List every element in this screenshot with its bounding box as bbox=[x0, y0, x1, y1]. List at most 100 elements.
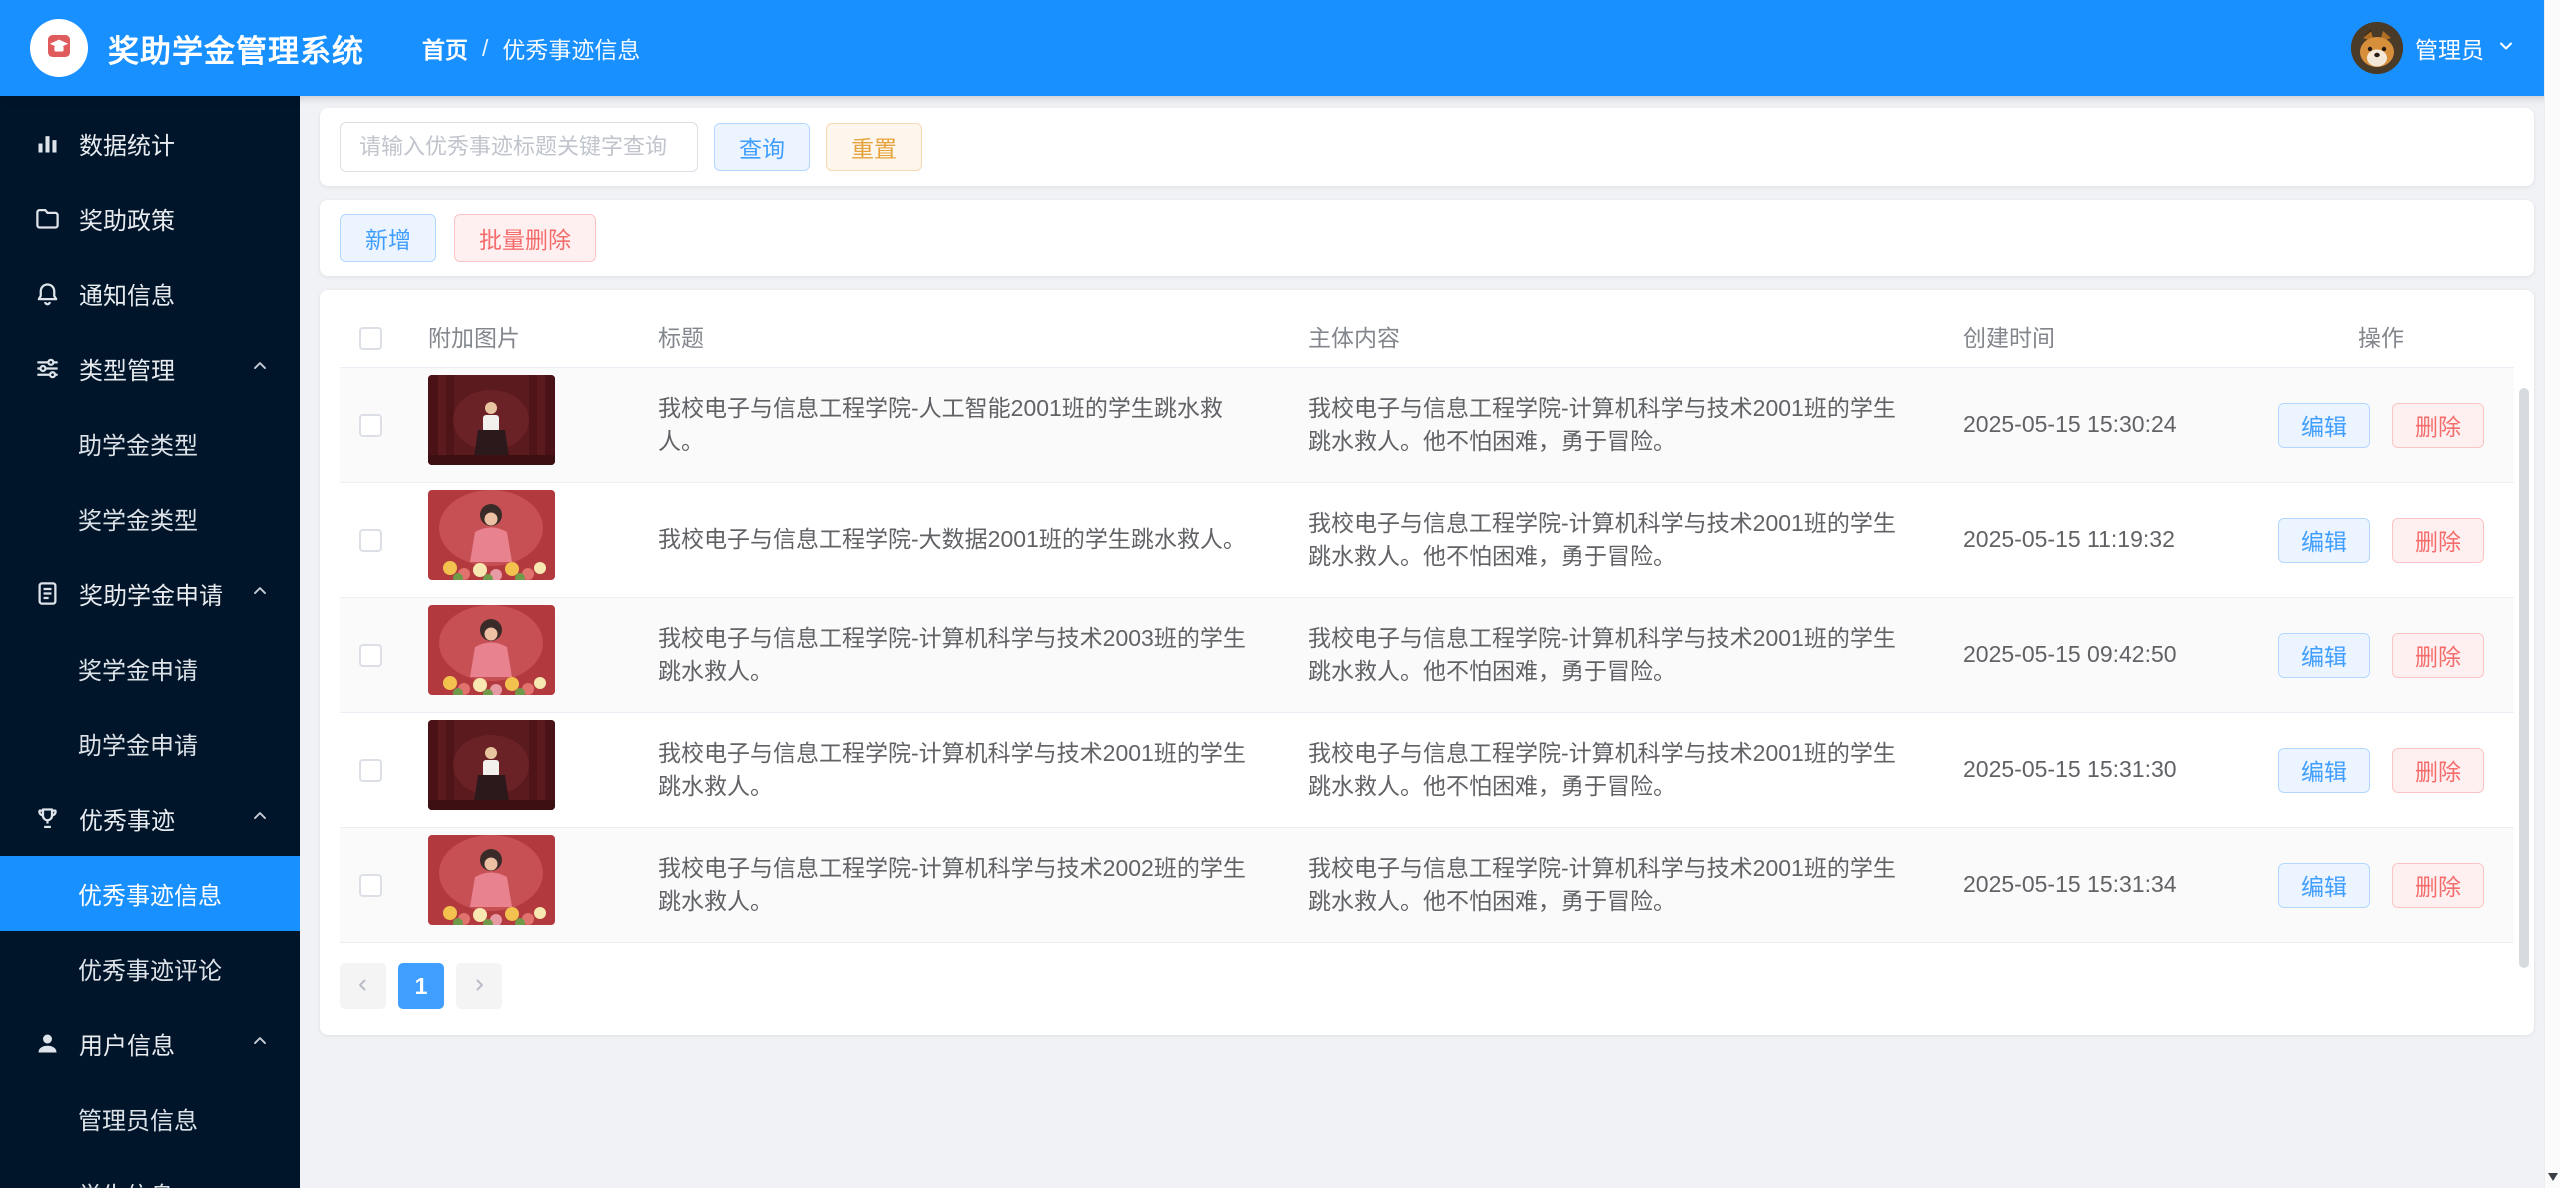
edit-button[interactable]: 编辑 bbox=[2278, 632, 2370, 678]
row-content: 我校电子与信息工程学院-计算机科学与技术2001班的学生跳水救人。他不怕困难，勇… bbox=[1308, 394, 1896, 454]
user-icon bbox=[34, 1030, 61, 1057]
app-title: 奖助学金管理系统 bbox=[108, 33, 364, 69]
breadcrumb-separator: / bbox=[482, 34, 489, 61]
sidebar-item-scholarship-types[interactable]: 奖学金类型 bbox=[0, 481, 300, 556]
row-thumbnail[interactable] bbox=[428, 605, 555, 696]
delete-button[interactable]: 删除 bbox=[2392, 632, 2484, 678]
column-header-content: 主体内容 bbox=[1308, 324, 1400, 351]
app-logo bbox=[30, 19, 88, 77]
breadcrumb-current: 优秀事迹信息 bbox=[502, 37, 641, 63]
table-row: 我校电子与信息工程学院-计算机科学与技术2002班的学生跳水救人。 我校电子与信… bbox=[340, 828, 2514, 943]
sidebar-item-grant-types[interactable]: 助学金类型 bbox=[0, 406, 300, 481]
sidebar-group-applications[interactable]: 奖助学金申请 bbox=[0, 556, 300, 631]
sidebar-group-label: 类型管理 bbox=[79, 358, 175, 385]
sidebar-item-deed-comments[interactable]: 优秀事迹评论 bbox=[0, 931, 300, 1006]
table-scrollbar-thumb[interactable] bbox=[2519, 388, 2529, 968]
row-title: 我校电子与信息工程学院-计算机科学与技术2003班的学生跳水救人。 bbox=[658, 624, 1246, 684]
delete-button[interactable]: 删除 bbox=[2392, 862, 2484, 908]
table-row: 我校电子与信息工程学院-人工智能2001班的学生跳水救人。 我校电子与信息工程学… bbox=[340, 368, 2514, 483]
row-created-time: 2025-05-15 15:30:24 bbox=[1963, 411, 2177, 438]
table-header: 附加图片 标题 主体内容 创建时间 操作 bbox=[340, 310, 2514, 368]
row-checkbox[interactable] bbox=[358, 413, 382, 437]
sidebar-item-grant-application[interactable]: 助学金申请 bbox=[0, 706, 300, 781]
chevron-up-icon bbox=[250, 805, 270, 833]
breadcrumb-home[interactable]: 首页 bbox=[422, 31, 468, 65]
sidebar-item-label: 数据统计 bbox=[79, 133, 175, 160]
edit-button[interactable]: 编辑 bbox=[2278, 862, 2370, 908]
app-header: 奖助学金管理系统 首页 / 优秀事迹信息 管理员 bbox=[0, 0, 2560, 96]
logo-icon bbox=[37, 24, 81, 73]
column-header-title: 标题 bbox=[658, 324, 704, 351]
sidebar-item-deed-info[interactable]: 优秀事迹信息 bbox=[0, 856, 300, 931]
delete-button[interactable]: 删除 bbox=[2392, 402, 2484, 448]
delete-button[interactable]: 删除 bbox=[2392, 747, 2484, 793]
sidebar-group-users[interactable]: 用户信息 bbox=[0, 1006, 300, 1081]
delete-button[interactable]: 删除 bbox=[2392, 517, 2484, 563]
edit-button[interactable]: 编辑 bbox=[2278, 747, 2370, 793]
page-number-1[interactable]: 1 bbox=[398, 963, 444, 1009]
row-thumbnail[interactable] bbox=[428, 835, 555, 926]
row-content: 我校电子与信息工程学院-计算机科学与技术2001班的学生跳水救人。他不怕困难，勇… bbox=[1308, 624, 1896, 684]
edit-button[interactable]: 编辑 bbox=[2278, 402, 2370, 448]
row-checkbox[interactable] bbox=[358, 758, 382, 782]
sidebar-item-policies[interactable]: 奖助政策 bbox=[0, 181, 300, 256]
select-all-checkbox[interactable] bbox=[358, 327, 382, 350]
chevron-up-icon bbox=[250, 580, 270, 608]
page-scrollbar[interactable] bbox=[2544, 0, 2560, 1188]
row-created-time: 2025-05-15 15:31:34 bbox=[1963, 871, 2177, 898]
row-content: 我校电子与信息工程学院-计算机科学与技术2001班的学生跳水救人。他不怕困难，勇… bbox=[1308, 739, 1896, 799]
row-checkbox[interactable] bbox=[358, 873, 382, 897]
prev-page-button[interactable] bbox=[340, 963, 386, 1009]
edit-button[interactable]: 编辑 bbox=[2278, 517, 2370, 563]
scroll-down-arrow-icon[interactable] bbox=[2548, 1173, 2558, 1181]
batch-delete-button[interactable]: 批量删除 bbox=[454, 214, 596, 262]
sidebar-item-admin-info[interactable]: 管理员信息 bbox=[0, 1081, 300, 1156]
sidebar-group-type-management[interactable]: 类型管理 bbox=[0, 331, 300, 406]
sidebar-item-student-info[interactable]: 学生信息 bbox=[0, 1156, 300, 1188]
search-input[interactable] bbox=[340, 122, 698, 172]
add-button[interactable]: 新增 bbox=[340, 214, 436, 262]
bar-chart-icon bbox=[34, 130, 61, 157]
sidebar-group-deeds[interactable]: 优秀事迹 bbox=[0, 781, 300, 856]
table-row: 我校电子与信息工程学院-计算机科学与技术2003班的学生跳水救人。 我校电子与信… bbox=[340, 598, 2514, 713]
row-thumbnail[interactable] bbox=[428, 490, 555, 581]
search-panel: 查询 重置 bbox=[320, 108, 2534, 186]
deeds-table: 附加图片 标题 主体内容 创建时间 操作 我校电子与信息工程学院-人工智能200… bbox=[320, 290, 2534, 1035]
next-page-button[interactable] bbox=[456, 963, 502, 1009]
row-created-time: 2025-05-15 11:19:32 bbox=[1963, 526, 2175, 553]
row-checkbox[interactable] bbox=[358, 643, 382, 667]
breadcrumb: 首页 / 优秀事迹信息 bbox=[422, 31, 640, 65]
column-header-actions: 操作 bbox=[2358, 324, 2404, 351]
row-title: 我校电子与信息工程学院-计算机科学与技术2002班的学生跳水救人。 bbox=[658, 854, 1246, 914]
row-thumbnail[interactable] bbox=[428, 720, 555, 811]
document-icon bbox=[34, 580, 61, 607]
row-checkbox[interactable] bbox=[358, 528, 382, 552]
user-menu[interactable]: 管理员 bbox=[2351, 22, 2530, 74]
column-header-image: 附加图片 bbox=[428, 324, 520, 351]
row-created-time: 2025-05-15 09:42:50 bbox=[1963, 641, 2177, 668]
pagination: 1 bbox=[340, 963, 2514, 1009]
sidebar-item-data-statistics[interactable]: 数据统计 bbox=[0, 106, 300, 181]
sidebar-group-label: 奖助学金申请 bbox=[79, 583, 223, 610]
row-title: 我校电子与信息工程学院-人工智能2001班的学生跳水救人。 bbox=[658, 394, 1223, 454]
table-row: 我校电子与信息工程学院-大数据2001班的学生跳水救人。 我校电子与信息工程学院… bbox=[340, 483, 2514, 598]
row-content: 我校电子与信息工程学院-计算机科学与技术2001班的学生跳水救人。他不怕困难，勇… bbox=[1308, 509, 1896, 569]
sidebar-item-label: 通知信息 bbox=[79, 283, 175, 310]
sidebar-item-scholarship-application[interactable]: 奖学金申请 bbox=[0, 631, 300, 706]
row-title: 我校电子与信息工程学院-计算机科学与技术2001班的学生跳水救人。 bbox=[658, 739, 1246, 799]
row-thumbnail[interactable] bbox=[428, 375, 555, 466]
bell-icon bbox=[34, 280, 61, 307]
sidebar-item-label: 奖助政策 bbox=[79, 208, 175, 235]
reset-button[interactable]: 重置 bbox=[826, 123, 922, 171]
row-content: 我校电子与信息工程学院-计算机科学与技术2001班的学生跳水救人。他不怕困难，勇… bbox=[1308, 854, 1896, 914]
folder-icon bbox=[34, 205, 61, 232]
table-row: 我校电子与信息工程学院-计算机科学与技术2001班的学生跳水救人。 我校电子与信… bbox=[340, 713, 2514, 828]
column-header-created: 创建时间 bbox=[1963, 324, 2055, 351]
main-content: 查询 重置 新增 批量删除 附加图片 标题 主体内容 创建时间 操作 bbox=[300, 96, 2560, 1188]
row-title: 我校电子与信息工程学院-大数据2001班的学生跳水救人。 bbox=[658, 526, 1246, 553]
chevron-up-icon bbox=[250, 1030, 270, 1058]
avatar-dog bbox=[2351, 22, 2403, 74]
chevron-down-icon bbox=[2496, 36, 2516, 61]
query-button[interactable]: 查询 bbox=[714, 123, 810, 171]
sidebar-item-notifications[interactable]: 通知信息 bbox=[0, 256, 300, 331]
